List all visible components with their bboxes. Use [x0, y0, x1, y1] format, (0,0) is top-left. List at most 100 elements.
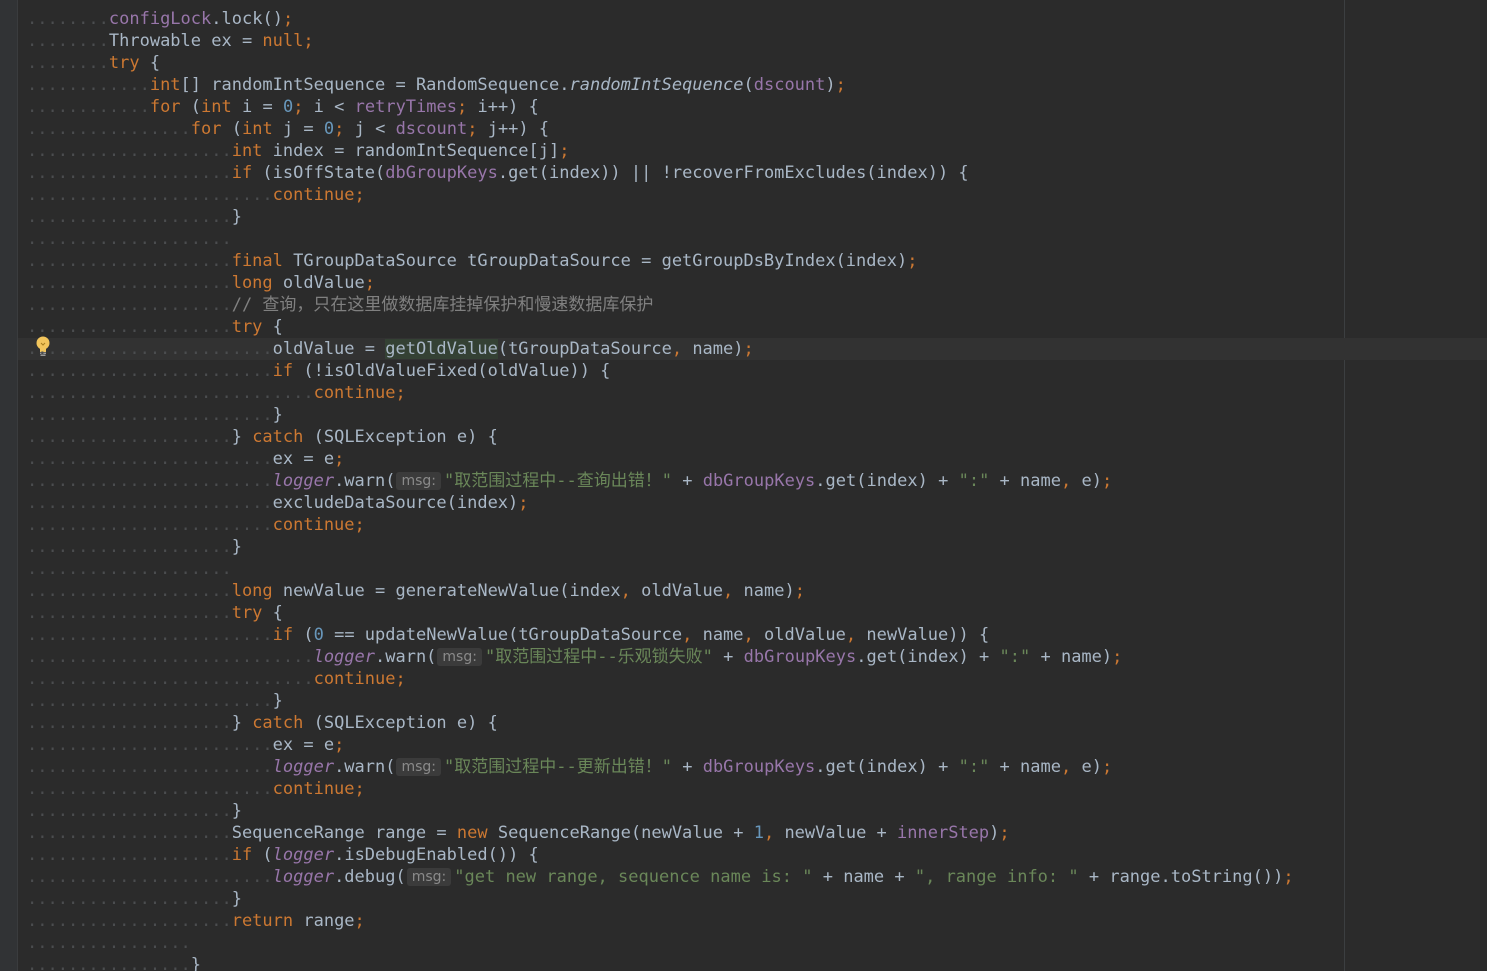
code-token: ; — [395, 669, 406, 689]
code-line[interactable]: ............................continue; — [27, 668, 406, 690]
parameter-hint: msg: — [406, 868, 452, 886]
editor-gutter[interactable] — [0, 0, 18, 971]
code-line[interactable]: ....................// 查询，只在这里做数据库挂掉保护和慢… — [27, 294, 653, 316]
code-token: } — [231, 801, 242, 821]
code-token: ; — [907, 251, 918, 271]
code-token: (SQLException e) { — [303, 427, 498, 447]
code-line[interactable]: ....................try { — [27, 602, 283, 624]
code-token: ":" — [999, 647, 1031, 667]
code-token: ; — [1283, 867, 1294, 887]
code-line[interactable]: .................... — [27, 558, 232, 580]
code-line[interactable]: ........................continue; — [27, 514, 365, 536]
code-line[interactable]: ........try { — [27, 52, 160, 74]
indent-whitespace: ........................ — [27, 339, 273, 359]
code-token: .get(index)) || !recoverFromExcludes(ind… — [497, 163, 969, 183]
code-token: { — [262, 317, 283, 337]
code-token: ; — [1101, 471, 1113, 491]
code-line[interactable]: ....................} catch (SQLExceptio… — [27, 712, 498, 734]
code-line[interactable]: ............for (int i = 0; i < retryTim… — [27, 96, 539, 118]
code-line[interactable]: ........................continue; — [27, 184, 365, 206]
code-token: newValue + — [774, 823, 898, 843]
code-line[interactable]: ........configLock.lock(); — [27, 8, 293, 30]
right-margin-guide — [1344, 0, 1345, 971]
code-token: ) — [825, 75, 836, 95]
code-token: ; — [794, 581, 805, 601]
code-token: ; — [999, 823, 1010, 843]
code-line[interactable]: ....................} — [27, 888, 242, 910]
code-token: ; — [334, 735, 345, 755]
code-line[interactable]: ....................} — [27, 536, 242, 558]
code-token: i++) { — [467, 97, 539, 117]
code-line[interactable]: ........................logger.warn(msg:… — [27, 756, 1112, 778]
code-line[interactable]: ........................logger.warn(msg:… — [27, 470, 1112, 492]
code-line[interactable]: ....................if (isOffState(dbGro… — [27, 162, 969, 184]
code-line[interactable]: ....................long newValue = gene… — [27, 580, 805, 602]
code-token: "取范围过程中--查询出错！" — [444, 471, 672, 491]
code-line[interactable]: ........................oldValue = getOl… — [27, 338, 754, 360]
code-line[interactable]: ....................final TGroupDataSour… — [27, 250, 917, 272]
code-line[interactable]: ........Throwable ex = null; — [27, 30, 314, 52]
code-line[interactable]: ....................return range; — [27, 910, 365, 932]
code-token: ":" — [958, 757, 990, 777]
code-token: int — [149, 75, 181, 95]
code-line[interactable]: ........................} — [27, 404, 283, 426]
indent-whitespace: .................... — [27, 229, 232, 249]
code-token: long — [231, 581, 273, 601]
code-line[interactable]: ........................logger.debug(msg… — [27, 866, 1294, 888]
indent-whitespace: ........................ — [27, 405, 273, 425]
code-token: dbGroupKeys — [385, 163, 498, 183]
code-line[interactable]: ........................continue; — [27, 778, 365, 800]
code-line[interactable]: ........................ex = e; — [27, 734, 344, 756]
code-token: .get(index) + — [815, 757, 959, 777]
code-token: , — [671, 339, 683, 359]
code-line[interactable]: ............................continue; — [27, 382, 406, 404]
code-line[interactable]: ........................} — [27, 690, 283, 712]
code-token: + — [712, 647, 744, 667]
code-line[interactable]: ........................if (0 == updateN… — [27, 624, 989, 646]
code-token: + name + — [812, 867, 915, 887]
code-token: ) — [989, 823, 1000, 843]
indent-whitespace: .................... — [27, 823, 232, 843]
code-token: , — [763, 823, 775, 843]
code-line[interactable]: ................} — [27, 954, 201, 971]
code-token: .warn( — [375, 647, 437, 667]
code-editor[interactable]: ........configLock.lock(); ........Throwa… — [0, 0, 1487, 971]
code-line[interactable]: ....................if (logger.isDebugEn… — [27, 844, 539, 866]
code-line[interactable]: ....................SequenceRange range … — [27, 822, 1010, 844]
code-token: retryTimes — [354, 97, 457, 117]
code-line[interactable]: ....................} — [27, 800, 242, 822]
code-token: for — [149, 97, 181, 117]
code-line[interactable]: ....................long oldValue; — [27, 272, 375, 294]
code-line[interactable]: ................for (int j = 0; j < dsco… — [27, 118, 549, 140]
indent-whitespace: ................ — [27, 119, 191, 139]
code-line[interactable]: ....................} — [27, 206, 242, 228]
code-line[interactable]: ........................if (!isOldValueF… — [27, 360, 610, 382]
code-token: i = — [231, 97, 283, 117]
code-token: dscount — [753, 75, 826, 95]
code-token: oldValue — [630, 581, 724, 601]
code-line[interactable]: ....................int index = randomIn… — [27, 140, 569, 162]
indent-whitespace: ................ — [27, 933, 191, 953]
code-token: name) — [682, 339, 744, 359]
code-line[interactable]: ............int[] randomIntSequence = Ra… — [27, 74, 846, 96]
code-token: if — [272, 361, 294, 381]
code-token: if — [231, 845, 253, 865]
indent-whitespace: .................... — [27, 163, 232, 183]
code-line[interactable]: ........................excludeDataSourc… — [27, 492, 529, 514]
code-line[interactable]: ....................try { — [27, 316, 283, 338]
code-line[interactable]: .................... — [27, 228, 232, 250]
code-token: j = — [272, 119, 324, 139]
indent-whitespace: ............ — [27, 97, 150, 117]
parameter-hint: msg: — [396, 472, 442, 490]
code-line[interactable]: ............................logger.warn(… — [27, 646, 1122, 668]
code-token: e) — [1071, 757, 1102, 777]
code-line[interactable]: ....................} catch (SQLExceptio… — [27, 426, 498, 448]
code-token: .isDebugEnabled()) { — [334, 845, 539, 865]
code-token: dbGroupKeys — [702, 757, 816, 777]
indent-whitespace: .................... — [27, 207, 232, 227]
code-token: , — [723, 581, 734, 601]
code-token: int — [231, 141, 263, 161]
code-line[interactable]: ........................ex = e; — [27, 448, 344, 470]
code-line[interactable]: ................ — [27, 932, 191, 954]
code-token: newValue)) { — [856, 625, 990, 645]
